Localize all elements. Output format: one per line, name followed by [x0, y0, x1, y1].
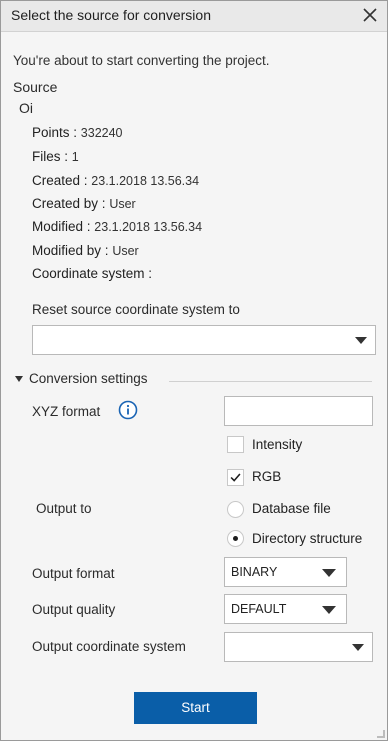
- created-value: 23.1.2018 13.56.34: [91, 174, 200, 188]
- modified-key: Modified :: [32, 219, 91, 234]
- modified-value: 23.1.2018 13.56.34: [94, 220, 203, 234]
- output-quality-value: DEFAULT: [231, 602, 287, 616]
- database-file-radio[interactable]: [227, 501, 244, 518]
- title-bar: Select the source for conversion: [1, 1, 387, 32]
- directory-structure-label: Directory structure: [252, 531, 363, 546]
- output-format-value: BINARY: [231, 565, 278, 579]
- output-quality-dropdown[interactable]: DEFAULT: [224, 594, 347, 624]
- output-format-label: Output format: [32, 566, 115, 581]
- output-quality-label: Output quality: [32, 602, 116, 617]
- start-label: Start: [181, 700, 210, 715]
- intensity-label: Intensity: [252, 437, 303, 452]
- output-to-label: Output to: [36, 501, 92, 516]
- modified-by-value: User: [112, 244, 139, 258]
- reset-cs-dropdown[interactable]: [32, 325, 376, 355]
- coordinate-system-row: Coordinate system :: [32, 266, 152, 281]
- modified-by-row: Modified by : User: [32, 243, 139, 258]
- intro-text: You're about to start converting the pro…: [13, 53, 270, 68]
- source-name: Oi: [19, 100, 33, 116]
- files-row: Files : 1: [32, 149, 79, 164]
- created-row: Created : 23.1.2018 13.56.34: [32, 173, 199, 188]
- chevron-down-icon: [355, 337, 367, 344]
- output-cs-dropdown[interactable]: [224, 632, 373, 662]
- rgb-checkbox[interactable]: [227, 469, 244, 486]
- close-icon[interactable]: [359, 4, 381, 26]
- points-key: Points :: [32, 125, 78, 140]
- chevron-down-icon: [352, 644, 364, 651]
- chevron-down-icon: [322, 606, 336, 614]
- source-heading: Source: [13, 79, 58, 95]
- xyz-format-input[interactable]: [224, 396, 373, 426]
- checkmark-icon: [230, 473, 241, 482]
- reset-cs-label: Reset source coordinate system to: [32, 302, 240, 317]
- intensity-checkbox[interactable]: [227, 436, 244, 453]
- resize-grip[interactable]: [377, 730, 385, 738]
- conversion-settings-header[interactable]: Conversion settings: [15, 371, 148, 386]
- chevron-down-icon: [322, 569, 336, 577]
- created-key: Created :: [32, 173, 88, 188]
- points-row: Points : 332240: [32, 125, 123, 140]
- section-divider: [169, 381, 372, 382]
- collapse-triangle-icon: [15, 375, 23, 382]
- modified-row: Modified : 23.1.2018 13.56.34: [32, 219, 202, 234]
- xyz-format-label: XYZ format: [32, 404, 101, 419]
- start-button[interactable]: Start: [134, 692, 257, 724]
- output-format-dropdown[interactable]: BINARY: [224, 557, 347, 587]
- created-by-row: Created by : User: [32, 196, 136, 211]
- created-by-key: Created by :: [32, 196, 106, 211]
- info-icon[interactable]: [118, 400, 138, 420]
- created-by-value: User: [109, 197, 136, 211]
- files-key: Files :: [32, 149, 69, 164]
- conversion-settings-label: Conversion settings: [29, 371, 148, 386]
- modified-by-key: Modified by :: [32, 243, 109, 258]
- database-file-label: Database file: [252, 501, 331, 516]
- output-cs-label: Output coordinate system: [32, 639, 186, 654]
- files-value: 1: [71, 150, 79, 164]
- directory-structure-radio[interactable]: [227, 530, 244, 547]
- coordinate-system-key: Coordinate system :: [32, 266, 153, 281]
- points-value: 332240: [80, 126, 123, 140]
- radio-selected-dot: [233, 536, 238, 541]
- dialog-window: Select the source for conversion You're …: [0, 0, 388, 741]
- dialog-title: Select the source for conversion: [11, 7, 211, 23]
- rgb-label: RGB: [252, 469, 282, 484]
